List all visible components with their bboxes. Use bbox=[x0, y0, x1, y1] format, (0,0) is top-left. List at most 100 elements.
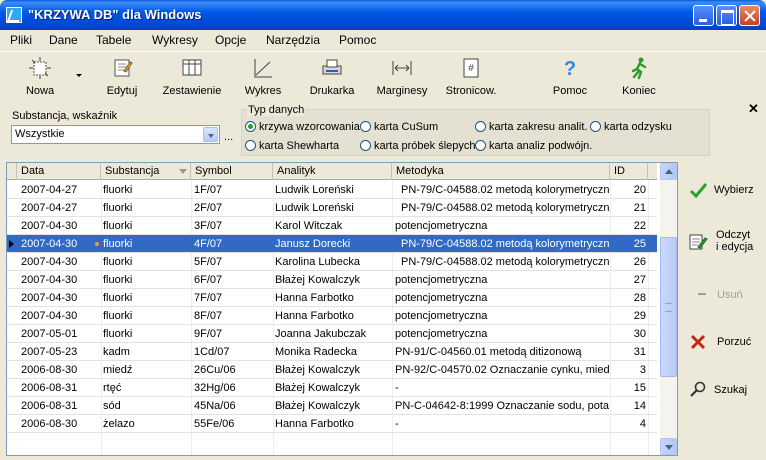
header-substancja[interactable]: Substancja bbox=[101, 163, 191, 180]
szukaj-button[interactable]: Szukaj bbox=[688, 380, 758, 400]
table-row[interactable]: 2007-04-30 fluorki 3F/07 Karol Witczak poten… bbox=[7, 217, 657, 235]
edit-icon bbox=[114, 59, 133, 77]
marginesy-label: Marginesy bbox=[376, 85, 428, 97]
stronicow-button[interactable]: # Stronicow. bbox=[441, 54, 501, 100]
table-row[interactable]: 2007-04-30 fluorki 8F/07 Hanna Farbotko pote… bbox=[7, 307, 657, 325]
close-button[interactable] bbox=[739, 5, 760, 26]
minimize-button[interactable] bbox=[693, 5, 714, 26]
current-row-arrow-icon bbox=[9, 240, 14, 248]
header-indicator bbox=[7, 163, 17, 180]
maximize-button[interactable] bbox=[716, 5, 737, 26]
usun-button[interactable]: Usuń bbox=[688, 285, 758, 305]
scroll-down-icon[interactable] bbox=[660, 438, 677, 455]
nowa-dropdown-arrow-icon[interactable] bbox=[76, 74, 82, 77]
radio-label: karta odzysku bbox=[604, 121, 672, 133]
table-cell: miedź bbox=[103, 364, 133, 376]
radio-karta-analiz-podwojnych[interactable]: karta analiz podwójn. bbox=[475, 140, 592, 152]
substance-combobox[interactable]: Wszystkie bbox=[11, 125, 220, 144]
table-cell: fluorki bbox=[103, 202, 133, 214]
radio-karta-zakresu[interactable]: karta zakresu analit. bbox=[475, 121, 587, 133]
table-row[interactable]: 2006-08-31 sód 45Na/06 Błażej Kowalczyk PN-C… bbox=[7, 397, 657, 415]
menu-opcje[interactable]: Opcje bbox=[215, 33, 246, 47]
table-cell: 3F/07 bbox=[194, 220, 223, 232]
menu-dane[interactable]: Dane bbox=[49, 33, 78, 47]
wybierz-button[interactable]: Wybierz bbox=[688, 180, 758, 200]
table-row[interactable]: 2007-04-30 fluorki 6F/07 Błażej Kowalczyk po… bbox=[7, 271, 657, 289]
scroll-up-icon[interactable] bbox=[660, 163, 677, 180]
table-cell: 2006-08-31 bbox=[21, 400, 78, 412]
substance-more-button[interactable]: ... bbox=[224, 131, 233, 143]
chevron-down-icon[interactable] bbox=[203, 127, 218, 142]
table-row[interactable]: 2007-05-23 kadm 1Cd/07 Monika Radecka PN-91/… bbox=[7, 343, 657, 361]
chart-icon bbox=[254, 59, 272, 78]
table-cell: 26Cu/06 bbox=[194, 364, 236, 376]
table-cell: 2007-04-30 bbox=[21, 274, 78, 286]
table-row[interactable]: 2006-08-30 miedź 26Cu/06 Błażej Kowalczyk PN… bbox=[7, 361, 657, 379]
radio-karta-probek-slepych[interactable]: karta próbek ślepych bbox=[360, 140, 476, 152]
table-row[interactable]: 2006-08-31 rtęć 32Hg/06 Błażej Kowalczyk - 15 bbox=[7, 379, 657, 397]
radio-label: karta analiz podwójn. bbox=[489, 140, 593, 152]
table-cell: 32Hg/06 bbox=[194, 382, 236, 394]
zestawienie-button[interactable]: Zestawienie bbox=[156, 54, 228, 100]
table-cell: 2007-05-01 bbox=[21, 328, 78, 340]
radio-selected-icon bbox=[245, 121, 256, 132]
table-cell: kadm bbox=[103, 346, 130, 358]
marginesy-button[interactable]: Marginesy bbox=[372, 54, 432, 100]
menu-tabele[interactable]: Tabele bbox=[96, 33, 131, 47]
menu-pomoc[interactable]: Pomoc bbox=[339, 33, 376, 47]
radio-karta-cusum[interactable]: karta CuSum bbox=[360, 121, 438, 133]
data-type-title: Typ danych bbox=[247, 104, 306, 116]
radio-karta-odzysku[interactable]: karta odzysku bbox=[590, 121, 672, 133]
window-title: "KRZYWA DB" dla Windows bbox=[28, 7, 202, 22]
scroll-thumb[interactable] bbox=[660, 237, 677, 377]
vertical-scrollbar[interactable] bbox=[660, 163, 677, 455]
table-cell: 28 bbox=[633, 292, 646, 304]
header-id[interactable]: ID bbox=[610, 163, 648, 180]
table-cell: rtęć bbox=[103, 382, 122, 394]
table-row[interactable]: 2007-04-30 fluorki 7F/07 Hanna Farbotko pote… bbox=[7, 289, 657, 307]
koniec-button[interactable]: Koniec bbox=[614, 54, 664, 100]
edytuj-button[interactable]: Edytuj bbox=[92, 54, 152, 100]
header-data[interactable]: Data bbox=[17, 163, 101, 180]
koniec-label: Koniec bbox=[622, 85, 656, 97]
svg-text:?: ? bbox=[564, 58, 576, 80]
radio-krzywa-wzorcowania[interactable]: krzywa wzorcowania bbox=[245, 121, 360, 133]
radio-icon bbox=[590, 121, 601, 132]
table-cell: fluorki bbox=[103, 328, 133, 340]
table-cell: 31 bbox=[633, 346, 646, 358]
table-cell: Joanna Jakubczak bbox=[275, 328, 367, 340]
table-cell: 2007-04-30 bbox=[21, 292, 78, 304]
nowa-label: Nowa bbox=[25, 85, 55, 97]
nowa-button[interactable]: Nowa bbox=[10, 54, 70, 100]
table-row[interactable]: 2007-04-30 fluorki 5F/07 Karolina Lubecka PN… bbox=[7, 253, 657, 271]
table-row[interactable]: 2006-08-30 żelazo 55Fe/06 Hanna Farbotko - 4 bbox=[7, 415, 657, 433]
table-row[interactable]: 2007-04-27 fluorki 1F/07 Ludwik Loreński PN-… bbox=[7, 181, 657, 199]
menu-pliki[interactable]: Pliki bbox=[10, 33, 32, 47]
table-cell: Hanna Farbotko bbox=[275, 418, 354, 430]
table-cell: 45Na/06 bbox=[194, 400, 236, 412]
table-cell: PN-79/C-04588.02 metodą kolorymetryczną bbox=[401, 256, 609, 268]
porzuc-label: Porzuć bbox=[717, 336, 752, 348]
pomoc-button[interactable]: ? Pomoc bbox=[545, 54, 595, 100]
radio-karta-shewharta[interactable]: karta Shewharta bbox=[245, 140, 339, 152]
table-row[interactable]: 2007-05-01 fluorki 9F/07 Joanna Jakubczak po… bbox=[7, 325, 657, 343]
header-symbol[interactable]: Symbol bbox=[191, 163, 273, 180]
table-cell: sód bbox=[103, 400, 121, 412]
table-row[interactable]: 2007-04-30 fluorki 4F/07 Janusz Dorecki PN-7… bbox=[7, 235, 657, 253]
menu-narzedzia[interactable]: Narzędzia bbox=[266, 33, 320, 47]
table-cell: 2007-04-30 bbox=[21, 310, 78, 322]
header-analityk[interactable]: Analityk bbox=[273, 163, 392, 180]
wykres-button[interactable]: Wykres bbox=[235, 54, 291, 100]
new-document-icon bbox=[29, 57, 51, 79]
delete-dash-icon bbox=[698, 293, 706, 295]
panel-close-icon[interactable]: ✕ bbox=[748, 101, 759, 117]
table-cell: Monika Radecka bbox=[275, 346, 357, 358]
drukarka-button[interactable]: Drukarka bbox=[303, 54, 361, 100]
menu-wykresy[interactable]: Wykresy bbox=[152, 33, 198, 47]
sort-descending-icon[interactable] bbox=[179, 169, 187, 174]
table-cell: Błażej Kowalczyk bbox=[275, 400, 360, 412]
porzuc-button[interactable]: Porzuć bbox=[688, 332, 758, 352]
odczyt-edycja-button[interactable]: Odczyt i edycja bbox=[688, 228, 758, 258]
table-row[interactable]: 2007-04-27 fluorki 2F/07 Ludwik Loreński PN-… bbox=[7, 199, 657, 217]
header-metodyka[interactable]: Metodyka bbox=[392, 163, 610, 180]
